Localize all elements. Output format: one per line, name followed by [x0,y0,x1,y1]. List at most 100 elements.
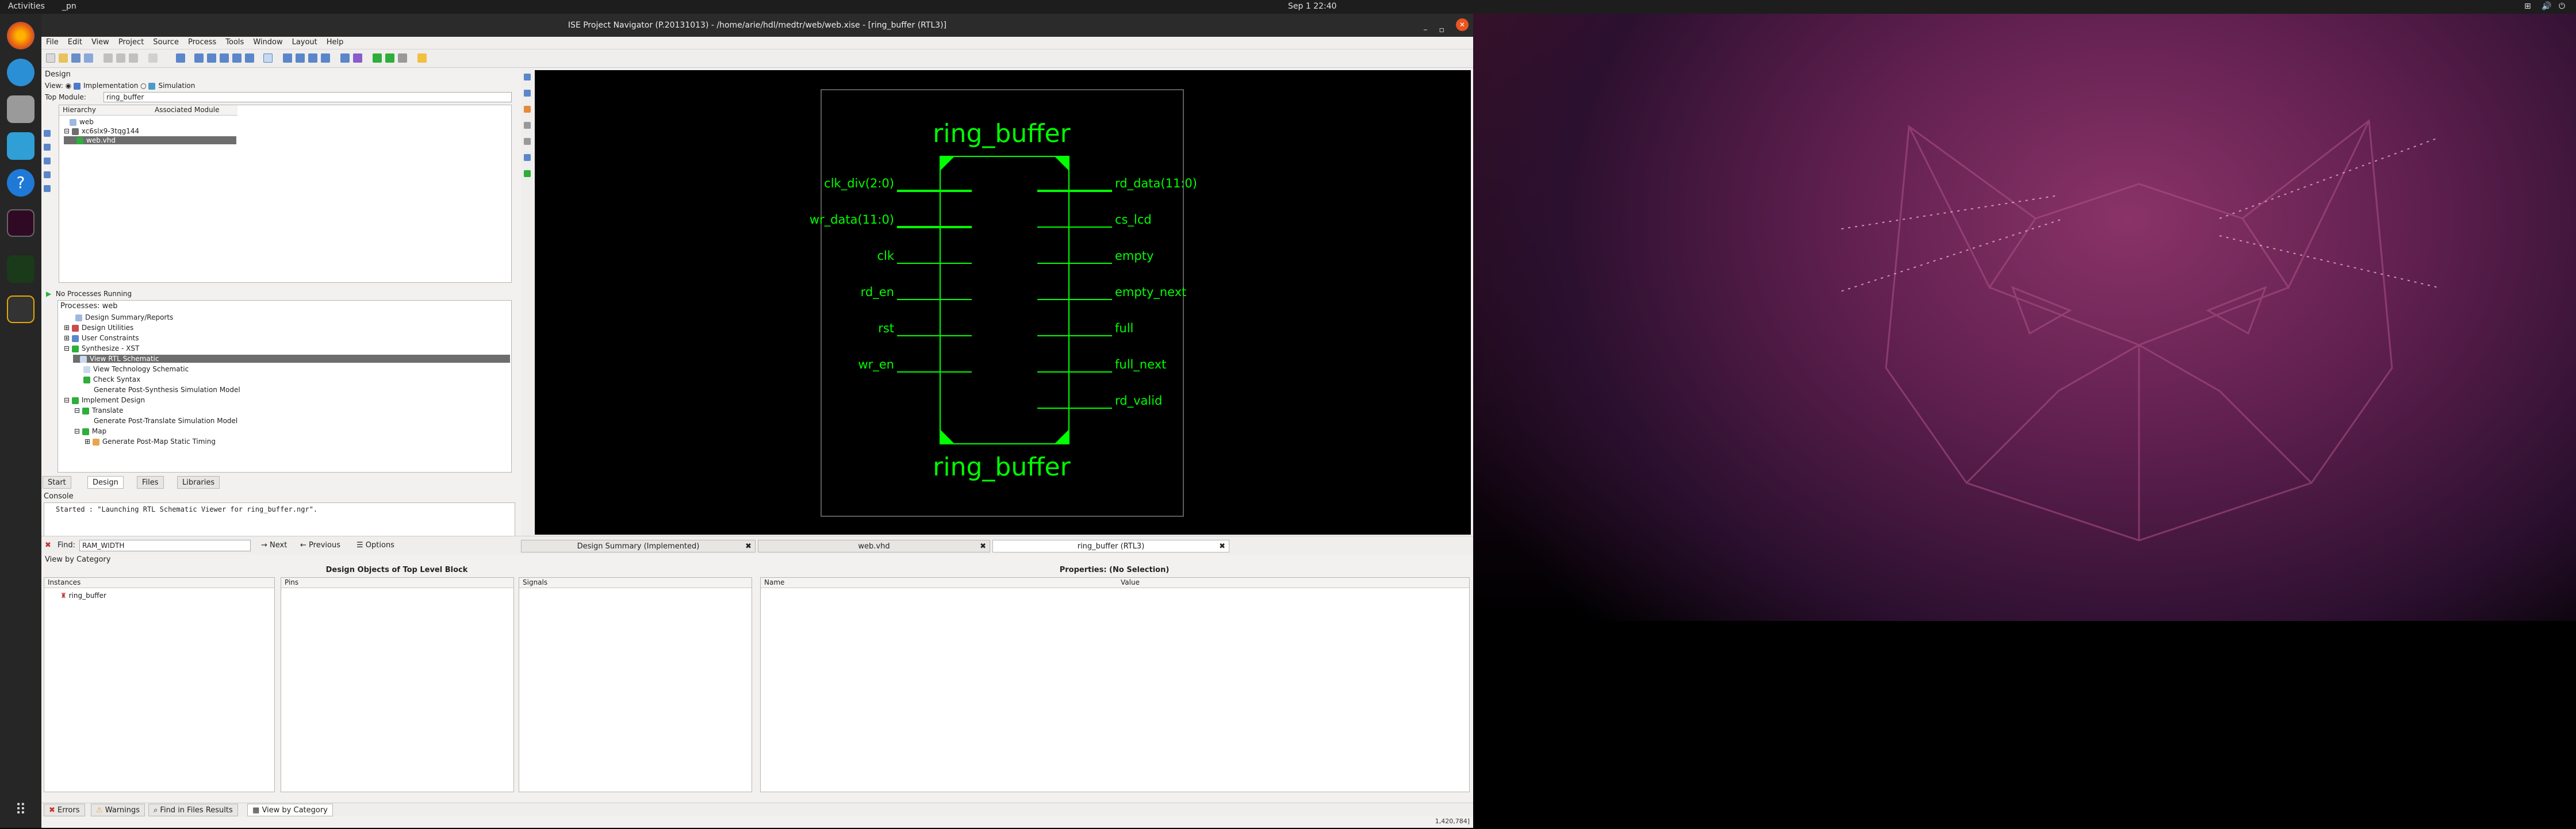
menu-window[interactable]: Window [248,37,287,48]
assoc-module-header[interactable]: Associated Module [151,105,237,116]
tab-errors[interactable]: ✖ Errors [44,804,85,816]
hint-icon[interactable] [417,53,427,63]
find-net-icon[interactable] [524,170,531,177]
tab-files[interactable]: Files [137,476,164,489]
back-icon[interactable] [524,122,531,129]
menu-file[interactable]: File [41,37,63,48]
sim-radio[interactable]: ○ [140,82,146,90]
activities-button[interactable]: Activities [8,2,45,11]
side-tool-icon[interactable] [44,171,51,178]
run-icon[interactable] [373,53,382,63]
copy-icon[interactable] [116,53,125,63]
menu-process[interactable]: Process [183,37,221,48]
process-item[interactable]: Generate Post-Translate Simulation Model [94,417,237,425]
find-input[interactable]: RAM_WIDTH [79,540,251,551]
menu-source[interactable]: Source [148,37,183,48]
tab-libraries[interactable]: Libraries [177,476,220,489]
process-item[interactable]: View Technology Schematic [93,365,189,373]
process-item[interactable]: Generate Post-Map Static Timing [102,437,216,446]
side-tool-icon[interactable] [44,144,51,151]
impl-radio[interactable]: ◉ [66,82,71,90]
side-tool-icon[interactable] [44,185,51,192]
tab-close-icon[interactable]: ✖ [1219,542,1225,551]
zoom-select-icon[interactable] [232,53,241,63]
menu-view[interactable]: View [87,37,114,48]
tab-design[interactable]: Design [87,476,124,489]
clock[interactable]: Sep 1 22:40 [1288,2,1337,11]
menu-edit[interactable]: Edit [63,37,87,48]
apps-grid-icon[interactable]: ⠿ [7,801,34,829]
firefox-icon[interactable] [7,22,34,49]
expand-icon[interactable] [524,154,531,161]
menu-project[interactable]: Project [114,37,148,48]
process-item[interactable]: Translate [92,406,124,414]
save-icon[interactable] [71,53,80,63]
side-tool-icon[interactable] [44,130,51,137]
app-menu[interactable]: _pn [62,2,76,11]
cut-icon[interactable] [103,53,113,63]
tab-find-in-files[interactable]: ⌕ Find in Files Results [148,804,238,816]
new-icon[interactable] [46,53,55,63]
files-icon[interactable] [7,95,34,123]
close-find-icon[interactable]: ✖ [45,541,51,550]
process-item[interactable]: User Constraints [82,334,139,342]
save-all-icon[interactable] [84,53,93,63]
impl-label[interactable]: Implementation [83,82,138,90]
undo-icon[interactable] [148,53,158,63]
highlight-icon[interactable] [524,106,531,113]
tab-start[interactable]: Start [43,476,71,489]
process-item[interactable]: Synthesize - XST [82,344,139,352]
select-icon[interactable] [524,74,531,80]
schematic-view-icon[interactable] [263,53,273,63]
rerun-icon[interactable] [385,53,394,63]
zoom-area-icon[interactable] [245,53,254,63]
tab-web-vhd[interactable]: web.vhd ✖ [758,540,990,552]
forward-icon[interactable] [524,138,531,145]
process-item[interactable]: Check Syntax [93,375,140,383]
find-options-button[interactable]: ☰ Options [356,541,394,550]
process-item[interactable]: Design Utilities [82,324,133,332]
ise-secondary-icon[interactable] [7,295,34,323]
help-icon[interactable]: ? [7,169,34,197]
layout4-icon[interactable] [321,53,330,63]
open-icon[interactable] [59,53,68,63]
zoom-full-icon[interactable] [220,53,229,63]
menu-help[interactable]: Help [322,37,348,48]
tree-item-selected[interactable]: web.vhd [64,136,236,144]
signals-header[interactable]: Signals [519,578,752,588]
tab-close-icon[interactable]: ✖ [980,542,986,551]
layout-icon[interactable] [283,53,292,63]
tab-ring-buffer[interactable]: ring_buffer (RTL3) ✖ [992,540,1229,552]
pan-icon[interactable] [524,90,531,97]
name-header[interactable]: Name [761,578,1117,588]
tool-icon[interactable] [353,53,362,63]
value-header[interactable]: Value [1117,578,1469,588]
tab-close-icon[interactable]: ✖ [745,542,752,551]
zoom-in-icon[interactable] [194,53,204,63]
close-icon[interactable]: ✕ [1456,18,1469,31]
top-module-field[interactable]: ring_buffer [103,92,512,102]
network-icon[interactable]: ⊞ [2524,2,2531,11]
find-next-button[interactable]: → Next [261,541,287,550]
process-item[interactable]: Generate Post-Synthesis Simulation Model [94,386,240,394]
paste-icon[interactable] [129,53,138,63]
instances-header[interactable]: Instances [44,578,274,588]
volume-icon[interactable]: 🔊 [2542,2,2551,11]
side-tool-icon[interactable] [44,158,51,164]
hierarchy-header[interactable]: Hierarchy [59,105,151,116]
tab-view-by-category[interactable]: ▦ View by Category [247,804,333,816]
find-prev-button[interactable]: ← Previous [300,541,340,550]
instance-item[interactable]: ring_buffer [69,592,106,600]
stop-icon[interactable] [398,53,407,63]
schematic-canvas[interactable]: ring_buffer ring_buffer clk_div(2:0) wr_d… [535,70,1471,535]
sim-label[interactable]: Simulation [158,82,195,90]
process-item[interactable]: Implement Design [82,396,145,404]
layout2-icon[interactable] [296,53,305,63]
software-icon[interactable] [7,132,34,160]
schematic-svg[interactable]: ring_buffer ring_buffer clk_div(2:0) wr_d… [535,70,1471,535]
settings-icon[interactable] [340,53,350,63]
ise-icon[interactable] [7,255,34,283]
process-item-selected[interactable]: View RTL Schematic [73,355,510,363]
terminal-icon[interactable] [7,209,34,237]
menu-layout[interactable]: Layout [288,37,322,48]
